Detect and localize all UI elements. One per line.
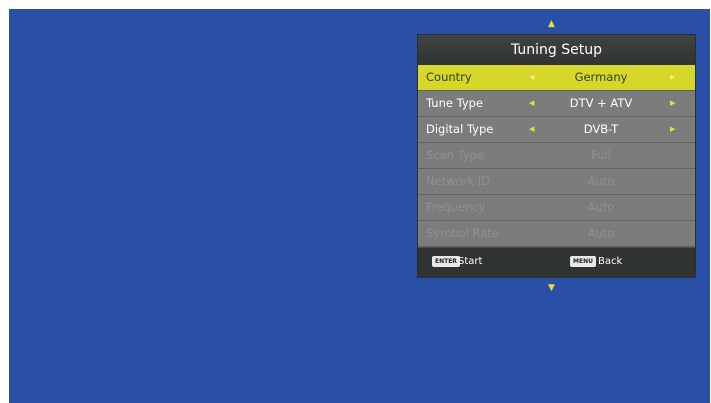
setting-value: Auto	[587, 174, 615, 188]
settings-list: Country ◀ Germany ▶ Tune Type ◀ DTV + AT…	[418, 65, 695, 247]
setting-row-tune-type[interactable]: Tune Type ◀ DTV + ATV ▶	[418, 91, 695, 117]
setting-value: DTV + ATV	[569, 96, 633, 110]
setting-row-digital-type[interactable]: Digital Type ◀ DVB-T ▶	[418, 117, 695, 143]
start-hint: Start	[458, 256, 483, 267]
setting-value: Auto	[587, 200, 615, 214]
right-arrow-icon[interactable]: ▶	[670, 117, 675, 142]
left-arrow-icon[interactable]: ◀	[529, 91, 534, 116]
setting-label: Scan Type	[426, 148, 485, 162]
back-hint: Back	[598, 256, 623, 267]
setting-value: Auto	[587, 226, 615, 240]
setting-label: Frequency	[426, 200, 486, 214]
setting-value: Germany	[574, 70, 628, 84]
setting-label: Tune Type	[426, 96, 484, 110]
setting-row-country[interactable]: Country ◀ Germany ▶	[418, 65, 695, 91]
panel-title: Tuning Setup	[418, 35, 695, 65]
setting-row-scan-type: Scan Type Full	[418, 143, 695, 169]
right-arrow-icon[interactable]: ▶	[670, 91, 675, 116]
setting-row-frequency: Frequency Auto	[418, 195, 695, 221]
scroll-up-arrow-icon[interactable]: ▲	[548, 20, 555, 29]
setting-label: Digital Type	[426, 122, 494, 136]
setting-label: Country	[426, 70, 472, 84]
setting-row-symbol-rate: Symbol Rate Auto	[418, 221, 695, 247]
tuning-setup-panel: Tuning Setup Country ◀ Germany ▶ Tune Ty…	[417, 34, 696, 278]
left-arrow-icon[interactable]: ◀	[529, 65, 534, 90]
tv-screen: ▲ Tuning Setup Country ◀ Germany ▶ Tune …	[9, 9, 710, 403]
setting-value: Full	[591, 148, 611, 162]
setting-label: Symbol Rate	[426, 226, 499, 240]
setting-row-network-id: Network ID Auto	[418, 169, 695, 195]
enter-key-icon[interactable]: ENTER	[432, 256, 460, 267]
scroll-down-arrow-icon[interactable]: ▼	[548, 284, 555, 293]
key-hint-bar: ENTER Start MENU Back	[418, 248, 695, 277]
setting-label: Network ID	[426, 174, 490, 188]
left-arrow-icon[interactable]: ◀	[529, 117, 534, 142]
menu-key-icon[interactable]: MENU	[570, 256, 596, 267]
setting-value: DVB-T	[583, 122, 619, 136]
right-arrow-icon[interactable]: ▶	[670, 65, 675, 90]
